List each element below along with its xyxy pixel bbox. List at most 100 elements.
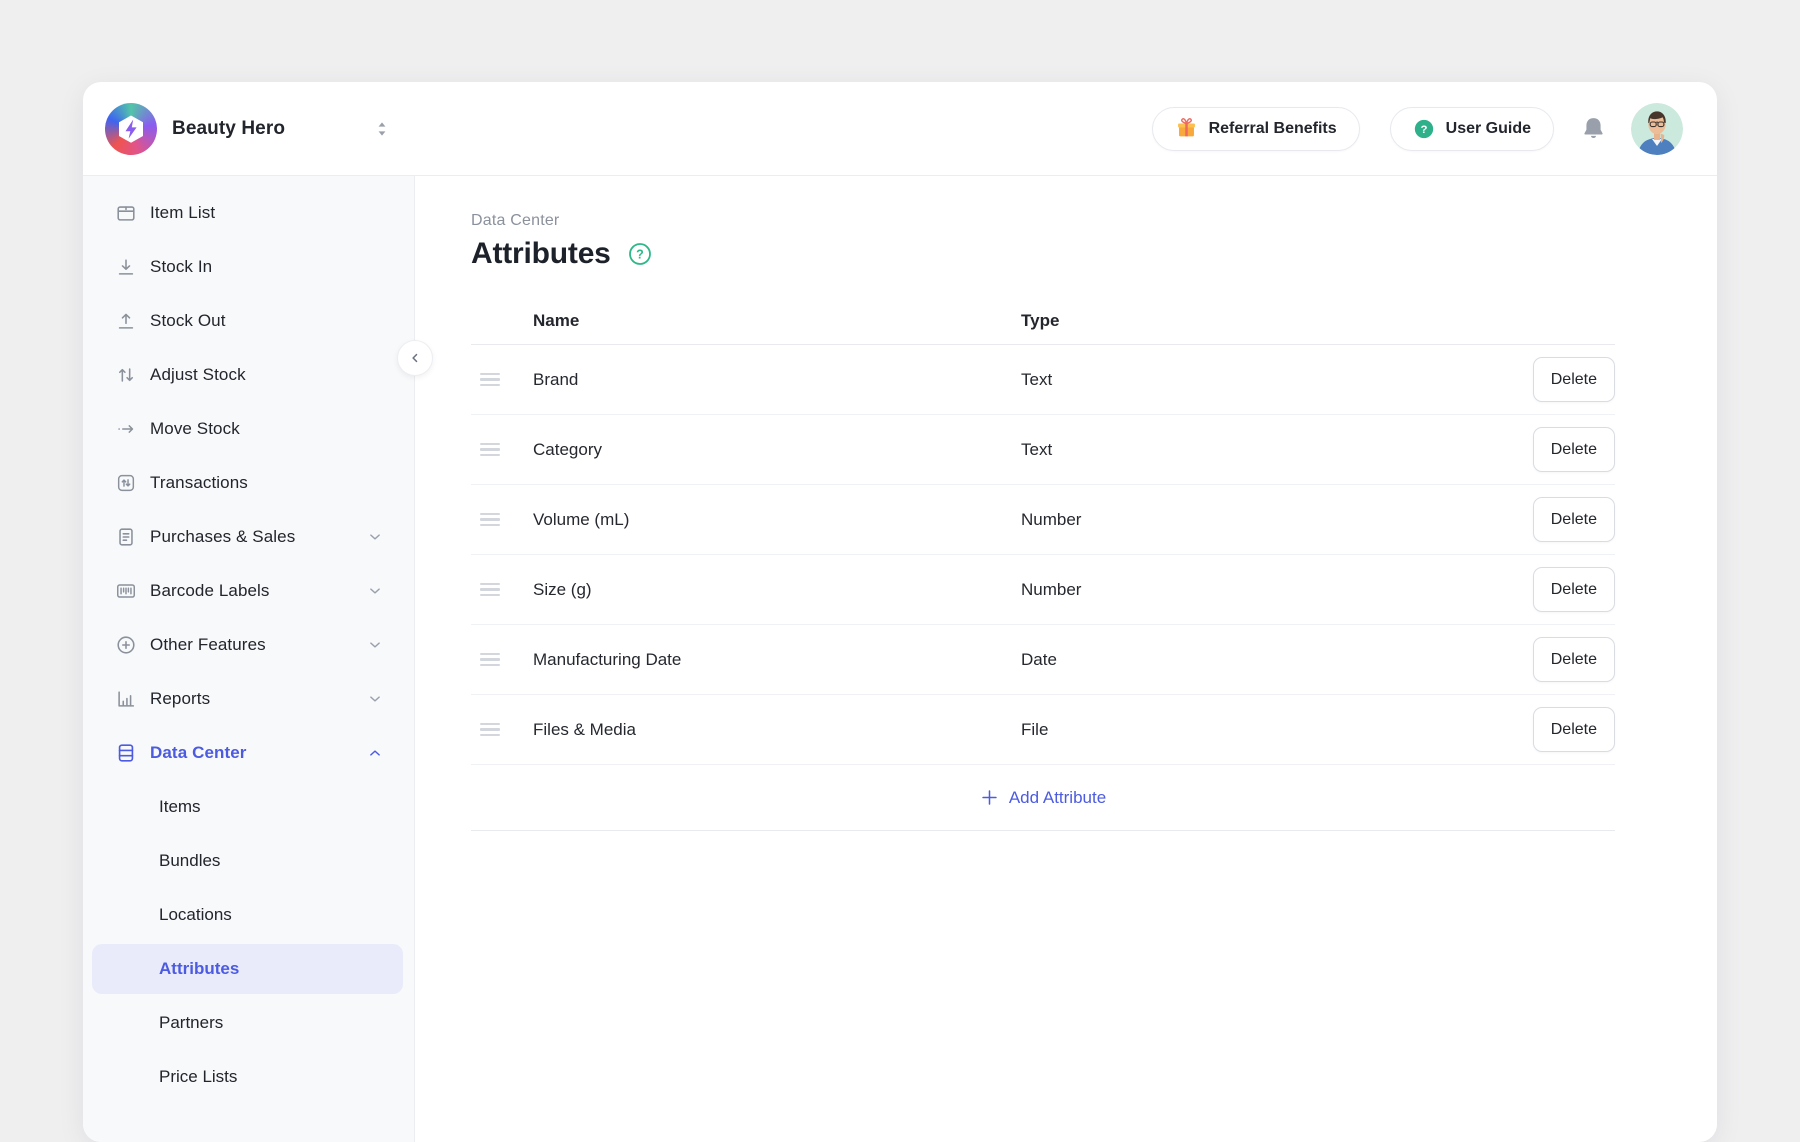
sidebar-item-stock-out[interactable]: Stock Out bbox=[83, 294, 414, 348]
sidebar-item-label: Stock In bbox=[150, 257, 212, 277]
drag-handle-icon[interactable] bbox=[480, 443, 500, 456]
delete-button[interactable]: Delete bbox=[1533, 357, 1615, 402]
drag-handle-icon[interactable] bbox=[480, 373, 500, 386]
sidebar-item-price-lists[interactable]: Price Lists bbox=[92, 1050, 403, 1104]
sidebar-item-label: Item List bbox=[150, 203, 215, 223]
notifications-bell-icon[interactable] bbox=[1580, 115, 1607, 142]
sidebar-item-stock-in[interactable]: Stock In bbox=[83, 240, 414, 294]
sidebar-item-reports[interactable]: Reports bbox=[83, 672, 414, 726]
sidebar-item-data-center[interactable]: Data Center bbox=[83, 726, 414, 780]
plus-icon bbox=[980, 788, 999, 807]
sidebar-item-partners[interactable]: Partners bbox=[92, 996, 403, 1050]
sidebar-subitem-label: Price Lists bbox=[159, 1067, 237, 1087]
attribute-name: Brand bbox=[533, 370, 1021, 390]
sidebar-subitem-label: Items bbox=[159, 797, 201, 817]
sidebar-item-label: Stock Out bbox=[150, 311, 226, 331]
sidebar-item-label: Transactions bbox=[150, 473, 248, 493]
plus-circle-icon bbox=[115, 634, 137, 656]
sidebar-item-label: Adjust Stock bbox=[150, 365, 246, 385]
sidebar-nav: Item List Stock In Stock Out Adjust Stoc… bbox=[83, 176, 415, 1142]
arrows-up-down-icon bbox=[115, 364, 137, 386]
transactions-icon bbox=[115, 472, 137, 494]
attributes-table: Name Type Brand Text Delete Category Tex… bbox=[471, 298, 1615, 831]
column-header-type: Type bbox=[1021, 311, 1615, 331]
delete-button[interactable]: Delete bbox=[1533, 427, 1615, 472]
database-icon bbox=[115, 742, 137, 764]
chevron-down-icon bbox=[366, 636, 384, 654]
add-attribute-button[interactable]: Add Attribute bbox=[980, 788, 1106, 808]
attribute-name: Volume (mL) bbox=[533, 510, 1021, 530]
document-icon bbox=[115, 526, 137, 548]
arrow-right-icon bbox=[115, 418, 137, 440]
help-icon[interactable]: ? bbox=[627, 241, 653, 267]
package-icon bbox=[115, 202, 137, 224]
sidebar-item-label: Other Features bbox=[150, 635, 266, 655]
question-circle-icon: ? bbox=[1413, 118, 1435, 140]
drag-handle-icon[interactable] bbox=[480, 653, 500, 666]
referral-benefits-button[interactable]: Referral Benefits bbox=[1152, 107, 1360, 151]
svg-text:?: ? bbox=[1420, 124, 1427, 136]
sidebar-item-move-stock[interactable]: Move Stock bbox=[83, 402, 414, 456]
sidebar-item-adjust-stock[interactable]: Adjust Stock bbox=[83, 348, 414, 402]
sidebar-item-label: Move Stock bbox=[150, 419, 240, 439]
page-title: Attributes bbox=[471, 237, 611, 271]
sidebar-item-bundles[interactable]: Bundles bbox=[92, 834, 403, 888]
sidebar-item-attributes[interactable]: Attributes bbox=[92, 944, 403, 994]
attribute-name: Category bbox=[533, 440, 1021, 460]
drag-handle-icon[interactable] bbox=[480, 723, 500, 736]
drag-handle-icon[interactable] bbox=[480, 513, 500, 526]
attribute-name: Files & Media bbox=[533, 720, 1021, 740]
attribute-type: Text bbox=[1021, 440, 1533, 460]
table-row: Size (g) Number Delete bbox=[471, 555, 1615, 625]
sidebar-item-locations[interactable]: Locations bbox=[92, 888, 403, 942]
svg-text:?: ? bbox=[636, 247, 644, 261]
sidebar-item-purchases-sales[interactable]: Purchases & Sales bbox=[83, 510, 414, 564]
main-content: Data Center Attributes ? Name Type Brand bbox=[415, 176, 1717, 1142]
attribute-type: Date bbox=[1021, 650, 1533, 670]
table-row: Manufacturing Date Date Delete bbox=[471, 625, 1615, 695]
sidebar-subitem-label: Locations bbox=[159, 905, 232, 925]
delete-button[interactable]: Delete bbox=[1533, 637, 1615, 682]
drag-handle-icon[interactable] bbox=[480, 583, 500, 596]
user-guide-label: User Guide bbox=[1446, 120, 1531, 138]
chevron-down-icon bbox=[366, 582, 384, 600]
sidebar-subitem-label: Bundles bbox=[159, 851, 220, 871]
sidebar-item-items[interactable]: Items bbox=[92, 780, 403, 834]
top-header: Beauty Hero Ref bbox=[83, 82, 1717, 176]
barcode-icon bbox=[115, 580, 137, 602]
sidebar-item-other-features[interactable]: Other Features bbox=[83, 618, 414, 672]
sidebar-subitem-label: Partners bbox=[159, 1013, 223, 1033]
table-row: Brand Text Delete bbox=[471, 345, 1615, 415]
download-icon bbox=[115, 256, 137, 278]
column-header-name: Name bbox=[533, 311, 1021, 331]
add-attribute-label: Add Attribute bbox=[1009, 788, 1106, 808]
sidebar-item-transactions[interactable]: Transactions bbox=[83, 456, 414, 510]
sidebar-subitem-label: Attributes bbox=[159, 959, 239, 979]
chevron-down-icon bbox=[366, 690, 384, 708]
chevron-up-icon bbox=[366, 744, 384, 762]
sidebar-item-item-list[interactable]: Item List bbox=[83, 186, 414, 240]
header-actions: Referral Benefits ? User Guide bbox=[1152, 103, 1717, 155]
user-avatar[interactable] bbox=[1631, 103, 1683, 155]
sidebar-item-label: Barcode Labels bbox=[150, 581, 270, 601]
app-window: Beauty Hero Ref bbox=[83, 82, 1717, 1142]
breadcrumb: Data Center bbox=[471, 212, 1615, 230]
attribute-type: Text bbox=[1021, 370, 1533, 390]
workspace-selector-icon[interactable] bbox=[375, 119, 389, 139]
table-header-row: Name Type bbox=[471, 298, 1615, 345]
attribute-name: Size (g) bbox=[533, 580, 1021, 600]
delete-button[interactable]: Delete bbox=[1533, 567, 1615, 612]
table-row: Category Text Delete bbox=[471, 415, 1615, 485]
upload-icon bbox=[115, 310, 137, 332]
gift-icon bbox=[1175, 117, 1198, 140]
referral-benefits-label: Referral Benefits bbox=[1209, 120, 1337, 138]
delete-button[interactable]: Delete bbox=[1533, 707, 1615, 752]
workspace-switcher: Beauty Hero bbox=[83, 103, 415, 155]
sidebar-collapse-button[interactable] bbox=[397, 340, 433, 376]
sidebar-item-barcode-labels[interactable]: Barcode Labels bbox=[83, 564, 414, 618]
user-guide-button[interactable]: ? User Guide bbox=[1390, 107, 1554, 151]
chevron-down-icon bbox=[366, 528, 384, 546]
sidebar-item-label: Purchases & Sales bbox=[150, 527, 295, 547]
delete-button[interactable]: Delete bbox=[1533, 497, 1615, 542]
sidebar-item-label: Reports bbox=[150, 689, 210, 709]
